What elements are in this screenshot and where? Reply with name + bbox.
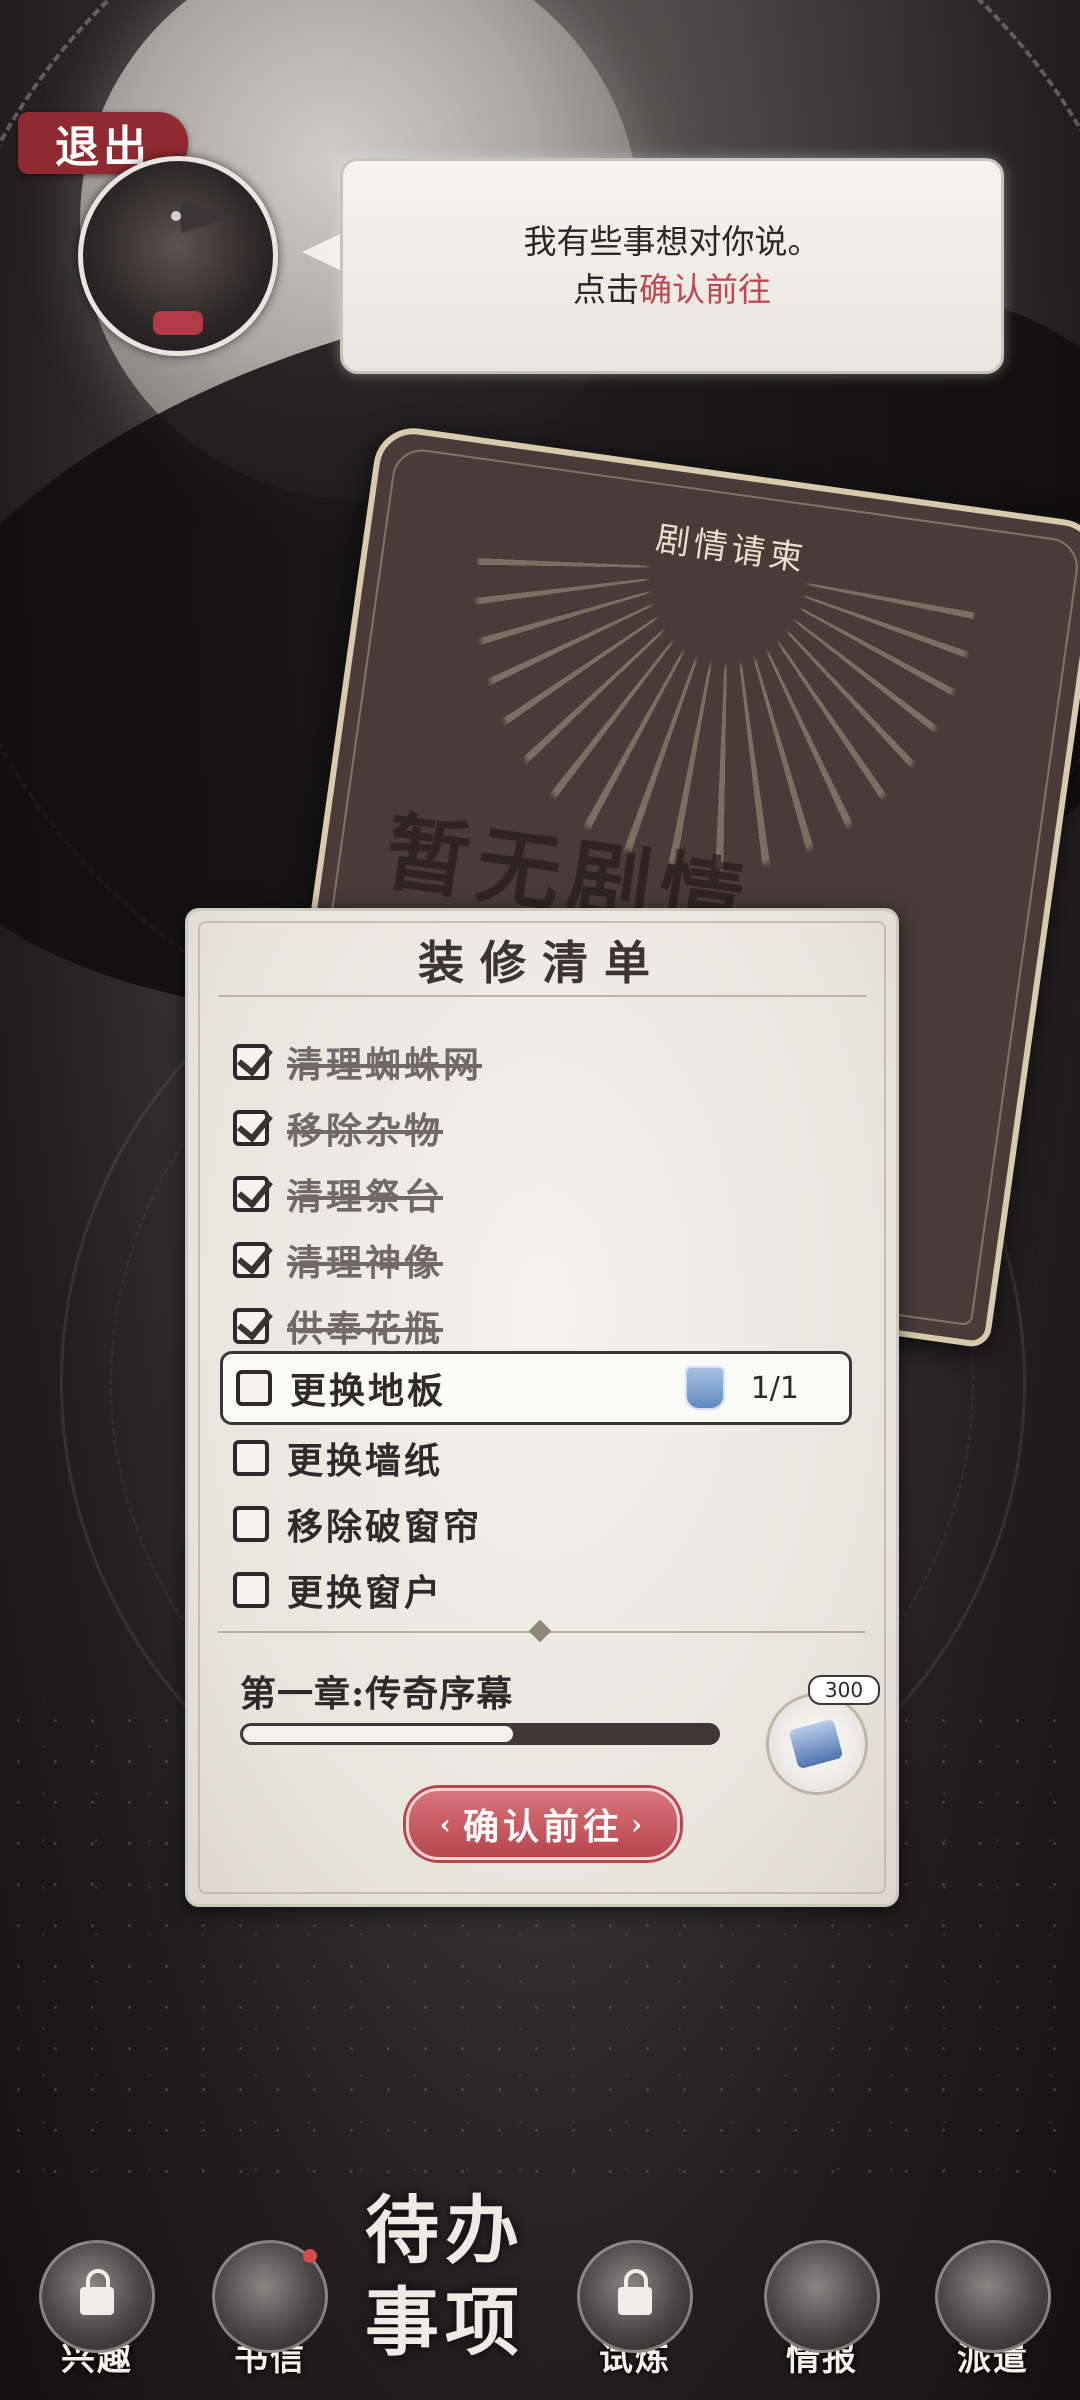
chapter-progress-bar	[240, 1723, 720, 1745]
task-label: 清理祭台	[287, 1176, 444, 1218]
book-reward-icon	[788, 1718, 844, 1770]
checkbox-empty-icon	[233, 1572, 269, 1608]
chapter-title: 第一章:传奇序幕	[240, 1673, 514, 1715]
speech-bubble-tail	[302, 232, 344, 272]
task-item: 移除破窗帘	[233, 1495, 482, 1553]
logo-line-2: 事项	[365, 2280, 525, 2366]
checkbox-checked-icon	[233, 1242, 269, 1278]
checkbox-checked-icon	[233, 1110, 269, 1146]
crow-bow	[153, 311, 203, 335]
task-label: 更换墙纸	[287, 1440, 444, 1482]
requirement-count: 1/1	[750, 1370, 799, 1406]
dispatch-icon	[935, 2240, 1051, 2353]
divider-ornament-icon	[528, 1619, 552, 1643]
nav-interest[interactable]: 兴趣	[32, 2240, 162, 2380]
task-requirement: 1/1	[684, 1366, 799, 1410]
letter-icon	[212, 2240, 328, 2353]
task-item: 供奉花瓶	[233, 1297, 443, 1355]
task-label: 清理神像	[287, 1242, 444, 1284]
nav-dispatch[interactable]: 派遣	[928, 2240, 1058, 2380]
checklist-title: 装修清单	[418, 936, 666, 990]
shield-material-icon	[684, 1366, 725, 1410]
crow-eye	[171, 211, 181, 221]
task-item: 移除杂物	[233, 1099, 443, 1157]
task-label: 移除破窗帘	[287, 1506, 483, 1548]
chevron-right-icon: ›	[631, 1807, 647, 1841]
bottom-navigation: 兴趣 书信 试炼 情报 派遣	[0, 2180, 1080, 2400]
task-label: 移除杂物	[287, 1110, 444, 1152]
lock-icon	[618, 2269, 652, 2315]
checkbox-empty-icon	[236, 1370, 272, 1406]
nav-letters[interactable]: 书信	[205, 2240, 335, 2380]
chapter-reward[interactable]	[766, 1693, 868, 1795]
task-label: 更换地板	[290, 1370, 447, 1412]
crow-beak	[181, 201, 233, 233]
checkbox-checked-icon	[233, 1044, 269, 1080]
notification-dot	[303, 2249, 317, 2263]
task-item-active[interactable]: 更换地板 1/1	[220, 1351, 852, 1425]
task-item: 更换窗户	[233, 1561, 443, 1619]
logo-line-1: 待办	[365, 2188, 525, 2274]
reward-count-badge: 300	[808, 1675, 880, 1705]
dialogue-highlight: 确认前往	[639, 270, 771, 309]
renovation-checklist-panel: 装修清单 清理蜘蛛网 移除杂物 清理祭台 清理神像 供奉花瓶 更换地板 1/1 …	[185, 908, 899, 1907]
checkbox-empty-icon	[233, 1440, 269, 1476]
checkbox-checked-icon	[233, 1308, 269, 1344]
checkbox-checked-icon	[233, 1176, 269, 1212]
confirm-go-button[interactable]: ‹ 确认前往 ›	[406, 1788, 680, 1860]
dialogue-prefix: 点击	[573, 270, 639, 309]
lock-icon	[80, 2269, 114, 2315]
dialogue-line-1: 我有些事想对你说。	[523, 222, 821, 261]
dialogue-line-2: 点击确认前往	[573, 266, 771, 314]
task-item: 更换墙纸	[233, 1429, 443, 1487]
intel-icon	[764, 2240, 880, 2353]
interest-icon	[39, 2240, 155, 2353]
nav-intel[interactable]: 情报	[757, 2240, 887, 2380]
todo-logo[interactable]: 待办 事项	[350, 2185, 540, 2395]
task-label: 供奉花瓶	[287, 1308, 444, 1350]
task-label: 清理蜘蛛网	[287, 1044, 483, 1086]
crow-avatar	[78, 156, 278, 356]
task-label: 更换窗户	[287, 1572, 444, 1614]
task-item: 清理祭台	[233, 1165, 443, 1223]
progress-fill	[243, 1726, 514, 1742]
speech-bubble: 我有些事想对你说。 点击确认前往	[340, 158, 1004, 374]
trial-icon	[577, 2240, 693, 2353]
checklist-header: 装修清单	[218, 925, 866, 997]
chevron-left-icon: ‹	[439, 1807, 455, 1841]
confirm-label: 确认前往	[462, 1806, 623, 1848]
checkbox-empty-icon	[233, 1506, 269, 1542]
task-item: 清理蜘蛛网	[233, 1033, 482, 1091]
task-item: 清理神像	[233, 1231, 443, 1289]
nav-trial[interactable]: 试炼	[570, 2240, 700, 2380]
